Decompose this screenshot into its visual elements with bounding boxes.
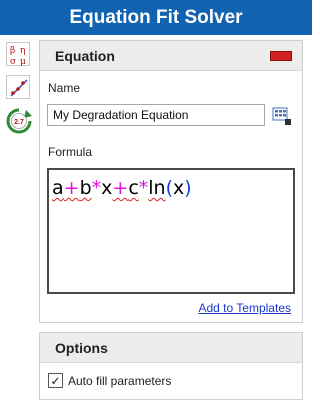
panel-status-marker[interactable]: [270, 51, 292, 61]
formula-token: *: [91, 177, 102, 199]
formula-token: ): [184, 177, 192, 199]
formula-token: *: [138, 177, 149, 199]
formula-token: +: [112, 177, 129, 199]
formula-token: x: [173, 177, 185, 199]
chart-fit-icon: [10, 79, 28, 97]
check-mark-icon: ✓: [50, 373, 61, 388]
equation-panel-header[interactable]: Equation: [40, 41, 302, 71]
equation-panel: Equation Name Formula a+b*x+c*ln(x) Add …: [39, 40, 303, 323]
greek-symbols-icon: β η σ μ: [10, 46, 26, 67]
window-title: Equation Fit Solver: [69, 6, 243, 28]
add-to-templates-link[interactable]: Add to Templates: [198, 301, 291, 315]
equation-library-button[interactable]: [271, 105, 293, 127]
gauge-badge: 2.7: [14, 119, 24, 126]
options-panel-header[interactable]: Options: [40, 333, 302, 363]
formula-label: Formula: [48, 145, 93, 159]
formula-token: ln: [148, 177, 166, 199]
formula-token: b: [79, 177, 92, 199]
formula-token: +: [63, 177, 80, 199]
formula-token: (: [165, 177, 174, 199]
gauge-refresh-icon: 2.7: [6, 108, 32, 134]
title-bar: Equation Fit Solver: [0, 0, 312, 35]
greek-symbols-button[interactable]: β η σ μ: [6, 42, 30, 67]
options-panel-title: Options: [55, 339, 108, 356]
svg-text:β: β: [10, 46, 15, 56]
auto-fill-checkbox[interactable]: ✓: [48, 373, 63, 388]
svg-text:η: η: [20, 46, 25, 56]
auto-fill-label: Auto fill parameters: [68, 373, 172, 388]
formula-token: a: [52, 177, 64, 199]
formula-token: c: [128, 177, 139, 199]
grid-table-icon: [272, 107, 291, 125]
auto-fill-row: ✓ Auto fill parameters: [48, 373, 171, 388]
chart-fit-button[interactable]: [6, 75, 30, 99]
formula-editor[interactable]: a+b*x+c*ln(x): [47, 168, 295, 294]
svg-text:σ: σ: [10, 57, 16, 67]
gauge-refresh-button[interactable]: 2.7: [6, 108, 32, 134]
formula-text: a+b*x+c*ln(x): [52, 176, 290, 200]
equation-name-input[interactable]: [47, 104, 265, 126]
formula-token: x: [101, 177, 113, 199]
name-label: Name: [48, 81, 81, 95]
options-panel: Options ✓ Auto fill parameters: [39, 332, 303, 400]
equation-panel-title: Equation: [55, 47, 115, 64]
svg-text:μ: μ: [20, 57, 26, 67]
